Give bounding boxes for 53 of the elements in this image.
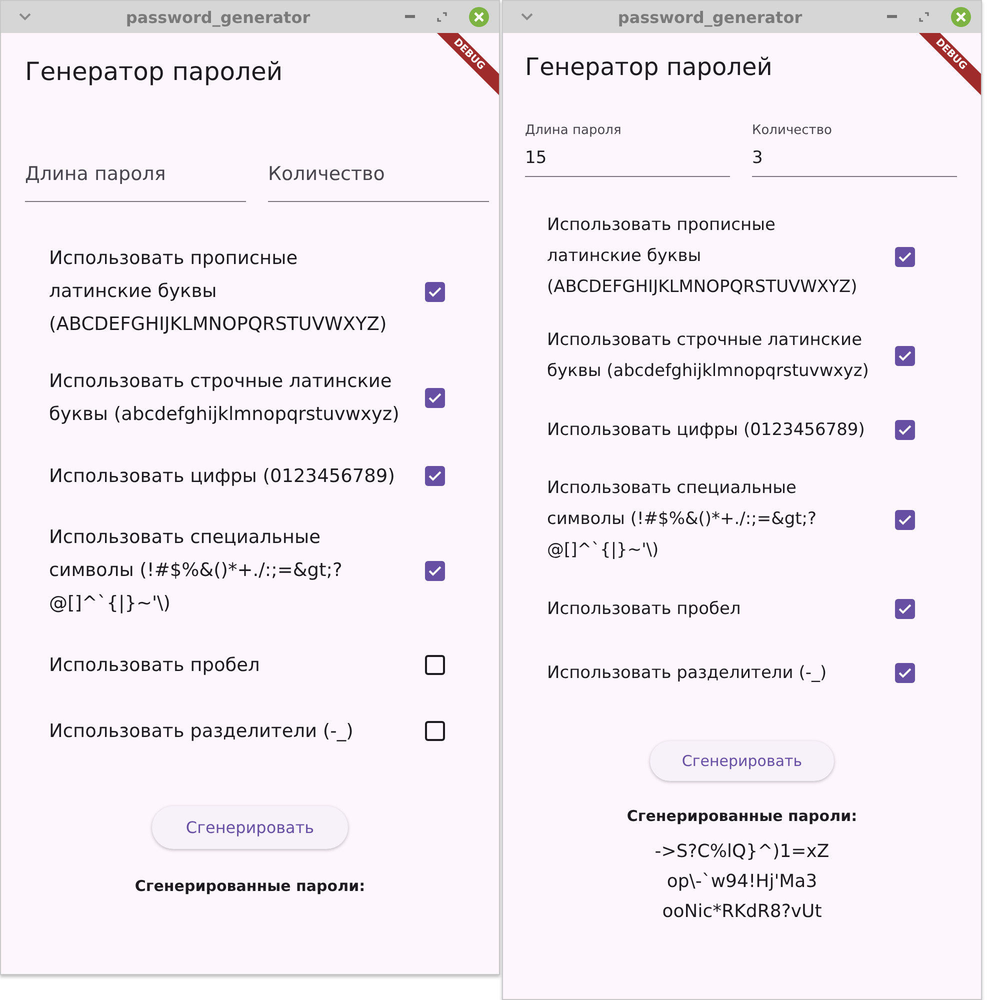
generate-button[interactable]: Сгенерировать <box>650 741 834 781</box>
checkbox[interactable] <box>895 420 915 440</box>
minimize-icon[interactable] <box>887 15 897 19</box>
checkbox[interactable] <box>425 560 445 580</box>
generate-button[interactable]: Сгенерировать <box>152 806 348 849</box>
checkbox[interactable] <box>425 388 445 408</box>
window-title: password_generator <box>616 8 804 26</box>
results-heading: Сгенерированные пароли: <box>134 877 366 895</box>
input-field[interactable]: Количество <box>268 138 489 202</box>
maximize-icon[interactable] <box>919 12 929 22</box>
check-icon <box>428 564 442 576</box>
option-label: Использовать цифры (0123456789) <box>49 464 396 488</box>
check-icon <box>898 603 912 615</box>
checkbox[interactable] <box>425 282 445 302</box>
checkbox[interactable] <box>895 510 915 530</box>
option-label: Использовать пробел <box>49 654 261 678</box>
checkbox[interactable] <box>895 346 915 366</box>
checkbox[interactable] <box>895 663 915 683</box>
password-text: ooNic*RKdR8?vUt <box>662 900 822 924</box>
option-label: Использовать строчные латинские буквы (abcdefghijklmnopqrstuvwxyz) <box>547 329 870 383</box>
check-icon <box>898 424 912 436</box>
option-label: Использовать цифры (0123456789) <box>547 418 866 442</box>
check-icon <box>898 250 912 262</box>
option-label: Использовать разделители (-_) <box>547 662 828 684</box>
checkbox[interactable] <box>425 655 445 675</box>
check-icon <box>898 514 912 526</box>
password-text: op\-`w94!Hj'Ma3 <box>666 870 818 894</box>
input-field[interactable]: Длина пароля <box>25 138 246 202</box>
input-field[interactable]: Количество 3 <box>752 119 957 177</box>
app-title: Генератор паролей <box>525 53 772 81</box>
input-field[interactable]: Длина пароля 15 <box>525 119 730 177</box>
option-label: Использовать прописные латинские буквы (ABCDEFGHIJKLMNOPQRSTUVWXYZ) <box>547 214 858 299</box>
option-label: Использовать разделители (-_) <box>49 720 354 744</box>
check-icon <box>898 350 912 362</box>
option-label: Использовать специальные символы (!#$%&()*+./:;=&gt;?@[]^`{|}~'\) <box>49 526 344 616</box>
window-title: password_generator <box>124 8 312 26</box>
app-title: Генератор паролей <box>25 57 283 86</box>
check-icon <box>898 667 912 679</box>
option-label: Использовать специальные символы (!#$%&()*+./:;=&gt;?@[]^`{|}~'\) <box>547 477 818 562</box>
option-label: Использовать пробел <box>547 598 742 620</box>
minimize-icon[interactable] <box>405 15 415 19</box>
check-icon <box>428 392 442 404</box>
results-heading: Сгенерированные пароли: <box>626 807 858 825</box>
check-icon <box>428 286 442 298</box>
checkbox[interactable] <box>895 599 915 619</box>
checkbox[interactable] <box>425 721 445 741</box>
option-label: Использовать прописные латинские буквы (ABCDEFGHIJKLMNOPQRSTUVWXYZ) <box>49 247 388 337</box>
checkbox[interactable] <box>425 466 445 486</box>
password-text: ->S?C%lQ}^)1=xZ <box>654 840 830 864</box>
checkbox[interactable] <box>895 246 915 266</box>
check-icon <box>428 470 442 482</box>
option-label: Использовать строчные латинские буквы (abcdefghijklmnopqrstuvwxyz) <box>49 370 400 427</box>
maximize-icon[interactable] <box>437 12 447 22</box>
